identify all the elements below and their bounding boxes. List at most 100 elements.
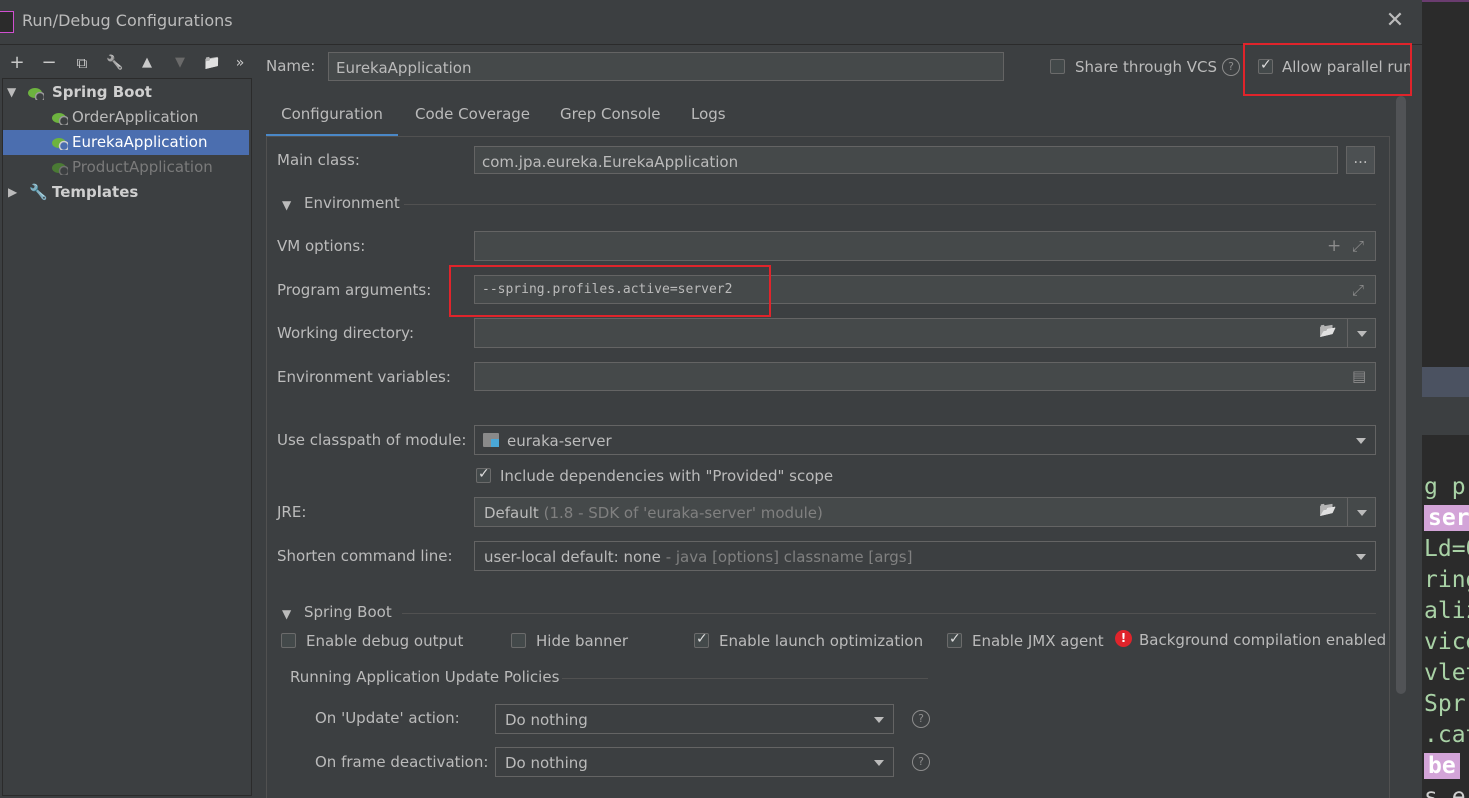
shorten-command-line-value: user-local default: none - java [options…: [484, 548, 912, 566]
tab-logs[interactable]: Logs: [691, 104, 726, 134]
enable-launch-optimization-checkbox[interactable]: [694, 631, 709, 648]
spring-boot-section-title: Spring Boot: [304, 603, 392, 621]
chevron-down-icon[interactable]: [1357, 510, 1367, 516]
main-class-value: com.jpa.eureka.EurekaApplication: [482, 153, 739, 171]
enable-debug-output-label: Enable debug output: [306, 632, 464, 650]
help-icon[interactable]: ?: [912, 753, 930, 771]
program-arguments-value: --spring.profiles.active=server2: [482, 282, 733, 297]
spring-boot-icon: [28, 88, 44, 100]
remove-configuration-button[interactable]: −: [38, 52, 60, 74]
close-button[interactable]: ✕: [1383, 9, 1407, 33]
environment-variables-input[interactable]: ▤: [474, 362, 1376, 391]
tree-node-templates[interactable]: ▶ 🔧 Templates: [3, 180, 249, 205]
configuration-tree: ▼ Spring Boot OrderApplication EurekaApp…: [2, 78, 252, 796]
name-label: Name:: [266, 57, 316, 75]
allow-parallel-run-label: Allow parallel run: [1282, 58, 1413, 76]
background-editor-toolbar: [1422, 397, 1469, 435]
share-through-vcs-label: Share through VCS: [1075, 58, 1218, 76]
move-up-button[interactable]: ▲: [136, 52, 158, 74]
expand-icon[interactable]: ⤢: [1352, 281, 1364, 299]
tab-code-coverage[interactable]: Code Coverage: [415, 104, 530, 134]
hide-banner-label: Hide banner: [536, 632, 629, 650]
share-through-vcs-checkbox[interactable]: [1050, 59, 1065, 74]
background-code-line: ser: [1424, 505, 1469, 531]
section-divider: [402, 613, 1376, 614]
shorten-value-text: user-local default: none: [484, 548, 661, 566]
chevron-right-icon: ▶: [8, 185, 18, 199]
module-badge-icon: [491, 439, 499, 447]
update-action-select[interactable]: Do nothing: [495, 704, 894, 734]
main-class-input[interactable]: com.jpa.eureka.EurekaApplication: [474, 146, 1338, 174]
enable-debug-output-checkbox[interactable]: [281, 633, 296, 648]
background-window-edge: [1422, 0, 1469, 2]
move-down-button[interactable]: ▼: [169, 52, 191, 74]
tab-grep-console[interactable]: Grep Console: [560, 104, 661, 134]
spring-boot-run-icon: [52, 138, 68, 150]
chevron-down-icon[interactable]: ▼: [282, 607, 291, 621]
scrollbar-thumb[interactable]: [1396, 96, 1406, 694]
enable-jmx-agent-checkbox[interactable]: [947, 631, 962, 648]
error-icon: !: [1115, 630, 1132, 647]
wrench-icon: 🔧: [29, 183, 48, 201]
frame-deactivation-select[interactable]: Do nothing: [495, 747, 894, 777]
update-action-value: Do nothing: [505, 711, 588, 729]
section-divider: [562, 678, 928, 679]
more-actions-button[interactable]: »: [232, 52, 248, 74]
program-arguments-input[interactable]: --spring.profiles.active=server2 ⤢: [474, 275, 1376, 304]
tree-node-label: Spring Boot: [52, 83, 152, 101]
spring-boot-run-icon: [52, 163, 68, 175]
chevron-down-icon: [1356, 438, 1366, 444]
working-directory-input[interactable]: 📂: [474, 318, 1376, 348]
allow-parallel-run-checkbox[interactable]: [1258, 57, 1273, 74]
background-compilation-label: Background compilation enabled: [1139, 631, 1387, 649]
tree-item-product-application[interactable]: ProductApplication: [3, 155, 249, 180]
jre-label: JRE:: [277, 503, 307, 521]
tab-configuration[interactable]: Configuration: [266, 104, 398, 137]
include-dependencies-checkbox[interactable]: [476, 466, 491, 483]
name-input[interactable]: EurekaApplication: [328, 52, 1004, 81]
plus-icon[interactable]: +: [1327, 236, 1341, 256]
background-code-line: vlet: [1424, 660, 1469, 686]
jre-select[interactable]: Default (1.8 - SDK of 'euraka-server' mo…: [474, 497, 1376, 527]
background-editor-tab-bar: [1422, 367, 1469, 397]
jre-value: Default (1.8 - SDK of 'euraka-server' mo…: [484, 504, 823, 522]
document-icon[interactable]: ▤: [1352, 367, 1366, 385]
classpath-module-select[interactable]: euraka-server: [474, 425, 1376, 455]
background-code-line: Spr: [1424, 691, 1466, 717]
chevron-down-icon: [874, 717, 884, 723]
tree-node-spring-boot[interactable]: ▼ Spring Boot: [3, 80, 249, 105]
folder-icon[interactable]: 📂: [1319, 502, 1336, 518]
edit-templates-button[interactable]: 🔧: [104, 52, 126, 74]
jre-value-text: Default: [484, 504, 539, 522]
dropdown-divider: [1347, 498, 1348, 526]
chevron-down-icon[interactable]: ▼: [282, 198, 291, 212]
shorten-command-line-select[interactable]: user-local default: none - java [options…: [474, 541, 1376, 571]
section-divider: [404, 204, 1376, 205]
tree-item-eureka-application[interactable]: EurekaApplication: [3, 130, 249, 155]
help-icon[interactable]: ?: [1222, 58, 1240, 76]
background-code-line: ring: [1424, 567, 1469, 593]
hide-banner-checkbox[interactable]: [511, 633, 526, 648]
shorten-command-line-label: Shorten command line:: [277, 547, 453, 565]
vm-options-input[interactable]: + ⤢: [474, 231, 1376, 261]
background-code-line: aliz: [1424, 598, 1469, 624]
program-arguments-label: Program arguments:: [277, 281, 432, 299]
background-code-line: be: [1424, 753, 1460, 779]
help-icon[interactable]: ?: [912, 710, 930, 728]
update-policies-title: Running Application Update Policies: [290, 668, 560, 686]
chevron-down-icon[interactable]: [1357, 331, 1367, 337]
copy-configuration-button[interactable]: ⧉: [71, 52, 93, 74]
browse-main-class-button[interactable]: ...: [1346, 146, 1375, 174]
add-configuration-button[interactable]: +: [6, 52, 28, 74]
app-icon: [0, 11, 14, 33]
tree-item-label: ProductApplication: [72, 158, 213, 176]
background-code-line: s.e: [1424, 784, 1466, 798]
folder-icon[interactable]: 📂: [1319, 323, 1336, 339]
tree-item-label: EurekaApplication: [72, 133, 208, 151]
expand-icon[interactable]: ⤢: [1352, 237, 1364, 255]
tree-item-order-application[interactable]: OrderApplication: [3, 105, 249, 130]
enable-jmx-agent-label: Enable JMX agent: [972, 632, 1104, 650]
move-to-folder-button[interactable]: 📁: [201, 52, 223, 74]
environment-section-title: Environment: [304, 194, 400, 212]
background-code-line: .cat: [1424, 722, 1469, 748]
